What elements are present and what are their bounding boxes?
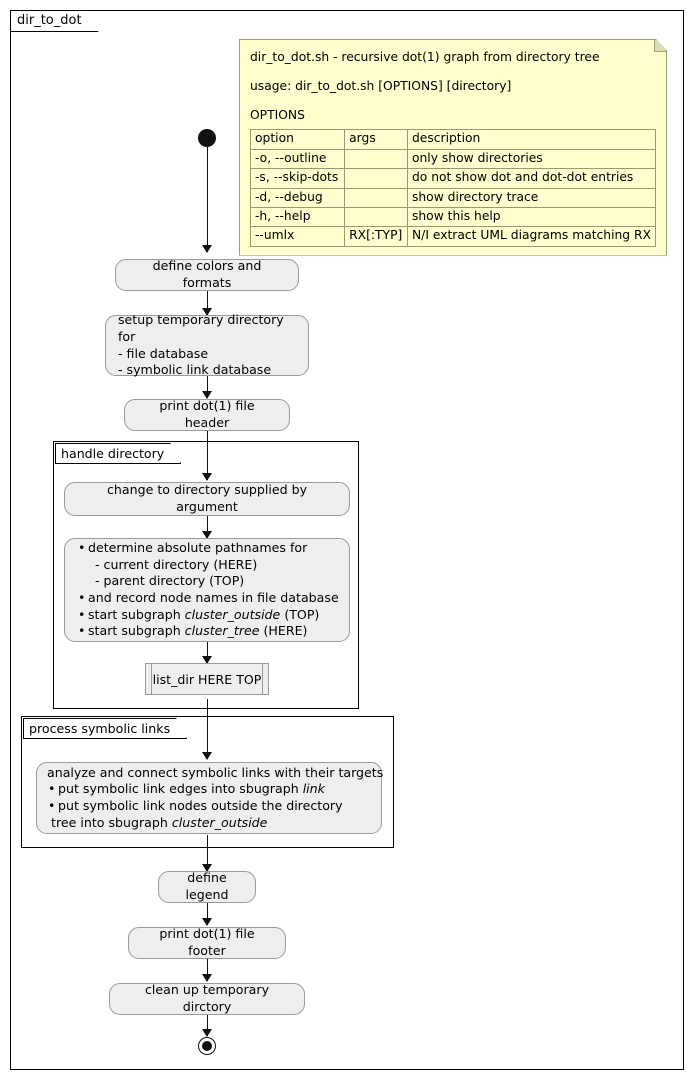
arrow-start-to-define-colors bbox=[202, 147, 213, 253]
activity-change-to-directory[interactable]: change to directory supplied by argument bbox=[64, 482, 350, 516]
text-prefix: tree into sbugraph bbox=[47, 814, 172, 830]
bullet-record-node-names: and record node names in file database bbox=[77, 590, 339, 607]
activity-label: change to directory supplied by argument bbox=[106, 482, 308, 514]
partition-process-symbolic-links-title: process symbolic links bbox=[23, 718, 187, 739]
subroutine-list-dir[interactable]: list_dir HERE TOP bbox=[145, 663, 269, 695]
bullet-start-cluster-outside: start subgraph cluster_outside (TOP) bbox=[77, 607, 339, 624]
note-heading: dir_to_dot.sh - recursive dot(1) graph f… bbox=[250, 50, 600, 64]
bullet-determine-pathnames: determine absolute pathnames for bbox=[77, 540, 339, 557]
help-note: dir_to_dot.sh - recursive dot(1) graph f… bbox=[239, 39, 667, 256]
start-node bbox=[198, 129, 216, 147]
bullet-link-nodes: put symbolic link nodes outside the dire… bbox=[47, 798, 383, 815]
table-row: -d, --debug show directory trace bbox=[251, 188, 656, 207]
arrow-print-header-to-change-dir bbox=[202, 431, 213, 481]
text-prefix: put symbolic link edges into sbugraph bbox=[58, 781, 303, 797]
activity-label: print dot(1) file footer bbox=[159, 926, 255, 958]
note-usage: usage: dir_to_dot.sh [OPTIONS] [director… bbox=[250, 78, 512, 93]
cell-description: show this help bbox=[407, 207, 655, 226]
arrow-clean-up-to-end bbox=[202, 1015, 213, 1037]
cell-option: --umlx bbox=[251, 227, 345, 246]
cell-args bbox=[345, 188, 408, 207]
activity-define-colors-and-formats[interactable]: define colors and formats bbox=[115, 258, 299, 291]
arrow-change-dir-to-determine-paths bbox=[202, 516, 213, 539]
note-options-label: OPTIONS bbox=[250, 107, 305, 122]
partition-handle-directory-title: handle directory bbox=[55, 443, 181, 464]
table-row: -s, --skip-dots do not show dot and dot-… bbox=[251, 169, 656, 188]
activity-bullet-list: determine absolute pathnames for - curre… bbox=[77, 540, 339, 640]
text-emphasis: link bbox=[302, 781, 325, 797]
text-prefix: start subgraph bbox=[88, 623, 185, 639]
arrow-define-colors-to-setup bbox=[202, 290, 213, 316]
cell-args bbox=[345, 207, 408, 226]
table-row: --umlx RX[:TYP] N/I extract UML diagrams… bbox=[251, 227, 656, 246]
bullet-link-edges: put symbolic link edges into sbugraph li… bbox=[47, 781, 383, 798]
bullet-current-directory: - current directory (HERE) bbox=[91, 556, 258, 572]
table-header-row: option args description bbox=[251, 130, 656, 149]
arrow-list-dir-to-symlinks bbox=[202, 699, 213, 760]
text-emphasis: cluster_outside bbox=[171, 814, 268, 830]
arrow-define-legend-to-print-footer bbox=[202, 903, 213, 926]
cell-option: -s, --skip-dots bbox=[251, 169, 345, 188]
end-node bbox=[198, 1037, 216, 1055]
column-header-description: description bbox=[407, 130, 655, 149]
text-emphasis: cluster_outside bbox=[184, 606, 281, 622]
arrow-print-footer-to-clean-up bbox=[202, 959, 213, 982]
text-emphasis: cluster_tree bbox=[184, 623, 260, 639]
column-header-args: args bbox=[345, 130, 408, 149]
bullet-parent-directory: - parent directory (TOP) bbox=[91, 573, 245, 589]
cell-description: only show directories bbox=[407, 149, 655, 168]
arrow-symlinks-to-define-legend bbox=[202, 835, 213, 872]
table-row: -o, --outline only show directories bbox=[251, 149, 656, 168]
activity-determine-absolute-pathnames[interactable]: determine absolute pathnames for - curre… bbox=[64, 538, 350, 642]
activity-bullet-list: analyze and connect symbolic links with … bbox=[47, 765, 383, 831]
options-table: option args description -o, --outline on… bbox=[250, 129, 656, 246]
activity-print-dot-file-header[interactable]: print dot(1) file header bbox=[124, 398, 290, 431]
activity-analyze-symbolic-links[interactable]: analyze and connect symbolic links with … bbox=[36, 762, 383, 834]
cell-args bbox=[345, 149, 408, 168]
activity-label: clean up temporary dirctory bbox=[144, 982, 270, 1014]
text-prefix: start subgraph bbox=[88, 606, 185, 622]
cell-description: show directory trace bbox=[407, 188, 655, 207]
cell-args bbox=[345, 169, 408, 188]
cell-description: N/I extract UML diagrams matching RX bbox=[407, 227, 655, 246]
bullet-start-cluster-tree: start subgraph cluster_tree (HERE) bbox=[77, 623, 339, 640]
text-cluster-outside: tree into sbugraph cluster_outside bbox=[47, 815, 383, 832]
column-header-option: option bbox=[251, 130, 345, 149]
activity-define-legend[interactable]: define legend bbox=[158, 870, 256, 903]
activity-setup-temporary-directory[interactable]: setup temporary directory for - file dat… bbox=[105, 312, 309, 378]
cell-option: -h, --help bbox=[251, 207, 345, 226]
cell-description: do not show dot and dot-dot entries bbox=[407, 169, 655, 188]
subroutine-label: list_dir HERE TOP bbox=[152, 671, 262, 687]
text-analyze-connect: analyze and connect symbolic links with … bbox=[47, 764, 384, 780]
cell-option: -d, --debug bbox=[251, 188, 345, 207]
activity-label: define legend bbox=[185, 870, 229, 902]
cell-option: -o, --outline bbox=[251, 149, 345, 168]
text-suffix: (TOP) bbox=[280, 606, 320, 622]
activity-label: define colors and formats bbox=[152, 258, 262, 290]
cell-args: RX[:TYP] bbox=[345, 227, 408, 246]
activity-print-dot-file-footer[interactable]: print dot(1) file footer bbox=[128, 926, 286, 959]
arrow-determine-paths-to-list-dir bbox=[202, 641, 213, 664]
activity-label: setup temporary directory for - file dat… bbox=[118, 312, 284, 378]
table-row: -h, --help show this help bbox=[251, 207, 656, 226]
diagram-frame-title: dir_to_dot bbox=[10, 10, 99, 32]
activity-label: print dot(1) file header bbox=[159, 398, 255, 430]
text-suffix: (HERE) bbox=[259, 623, 308, 639]
activity-clean-up-temporary-directory[interactable]: clean up temporary dirctory bbox=[109, 982, 305, 1015]
